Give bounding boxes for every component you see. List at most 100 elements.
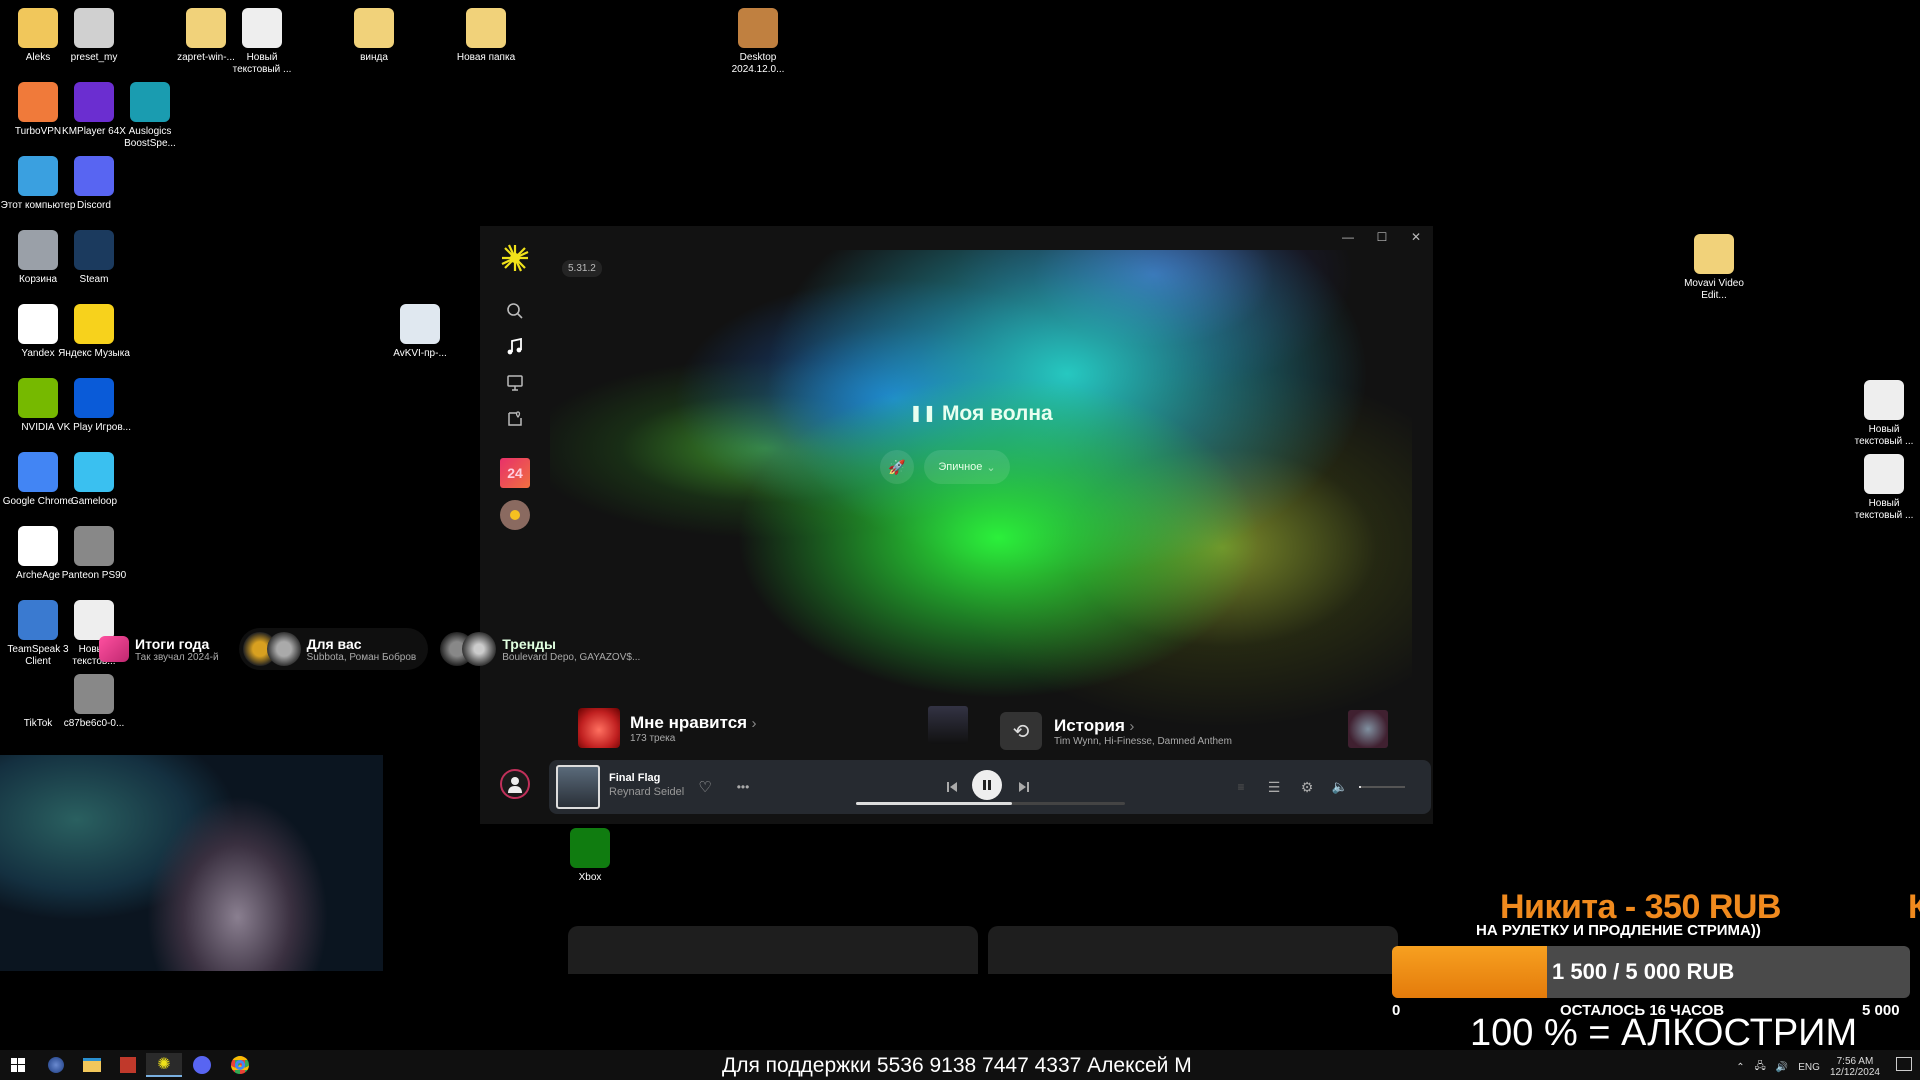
desktop-icon-label: c87be6c0-0... xyxy=(63,718,125,729)
close-button[interactable]: ✕ xyxy=(1399,226,1433,248)
yandex-music-logo-icon[interactable] xyxy=(499,242,531,274)
shortcut-trends[interactable]: Тренды Boulevard Depo, GAYAZOV$... xyxy=(436,628,652,670)
like-button[interactable]: ♡ xyxy=(695,777,715,797)
desktop-icon-label: Новый текстовый ... xyxy=(1854,424,1914,447)
yandex-browser-icon xyxy=(18,304,58,344)
card-subtitle: Tim Wynn, Hi-Finesse, Damned Anthem xyxy=(1054,735,1232,747)
window-titlebar: — ☐ ✕ xyxy=(1331,226,1433,248)
liked-tracks-content: Мне нравится › 173 трека xyxy=(578,708,757,748)
support-ticker: Для поддержки 5536 9138 7447 4337 Алексе… xyxy=(722,1054,1192,1077)
desktop-icon-label: Новый текстовый ... xyxy=(1854,498,1914,521)
network-icon[interactable]: 🖧 xyxy=(1755,1059,1766,1076)
discord-taskbar-icon[interactable] xyxy=(184,1053,220,1077)
history-track-cover xyxy=(1348,710,1388,748)
desktop-icon-label: Новый текстовый ... xyxy=(232,52,292,75)
pause-button[interactable] xyxy=(972,770,1002,800)
liked-track-cover xyxy=(928,706,968,744)
desktop-icon[interactable]: AvKVI-пр-... xyxy=(382,304,458,360)
desktop-icon[interactable]: Auslogics BoostSpe... xyxy=(112,82,188,150)
desktop-icon-label: Desktop 2024.12.0... xyxy=(731,52,785,75)
collection-icon[interactable] xyxy=(502,406,528,432)
pause-icon xyxy=(983,780,991,790)
webcam-overlay xyxy=(0,755,383,971)
minimize-button[interactable]: — xyxy=(1331,226,1365,248)
desktop-icon[interactable]: Новая папка xyxy=(448,8,524,64)
profile-avatar[interactable] xyxy=(500,769,530,799)
queue-button[interactable]: ☰ xyxy=(1264,777,1284,797)
history-icon: ⟲ xyxy=(1000,712,1042,750)
shortcut-for-you[interactable]: Для вас Subbota, Роман Бобров xyxy=(238,628,429,670)
search-icon[interactable] xyxy=(502,298,528,324)
chevron-up-icon[interactable]: ⌃ xyxy=(1736,1062,1744,1073)
shortcut-title: Итоги года xyxy=(135,635,210,652)
desktop-icon-label: Яндекс Музыка xyxy=(58,348,130,359)
mouse-icon xyxy=(74,526,114,566)
shortcut-subtitle: Boulevard Depo, GAYAZOV$... xyxy=(502,651,641,663)
mood-selector[interactable]: Эпичное ⌄ xyxy=(924,450,1010,484)
yandex-music-taskbar-icon[interactable]: ✺ xyxy=(146,1053,182,1077)
pause-icon: ❚❚ xyxy=(909,405,937,422)
desktop-icon[interactable]: c87be6c0-0... xyxy=(56,674,132,730)
volume-slider[interactable] xyxy=(1359,786,1405,788)
progress-bar[interactable] xyxy=(856,802,1125,805)
history-card[interactable] xyxy=(988,926,1398,974)
vinyl-icon[interactable] xyxy=(500,500,530,530)
language-indicator[interactable]: ENG xyxy=(1798,1062,1820,1073)
desktop-icon-label: Steam xyxy=(79,274,109,285)
track-cover[interactable] xyxy=(556,765,600,809)
previous-button[interactable] xyxy=(942,777,962,797)
desktop-icon[interactable]: VK Play Игров... xyxy=(56,378,132,434)
settings-file-icon xyxy=(74,8,114,48)
recycle-bin-icon xyxy=(18,230,58,270)
volume-icon[interactable]: 🔊 xyxy=(1776,1062,1788,1073)
desktop-icon[interactable]: Яндекс Музыка xyxy=(56,304,132,360)
desktop-icon[interactable]: винда xyxy=(336,8,412,64)
wave-settings-button[interactable]: 🚀 xyxy=(880,450,914,484)
user-folder-icon xyxy=(18,8,58,48)
desktop-icon[interactable]: Steam xyxy=(56,230,132,286)
liked-tracks-card[interactable] xyxy=(568,926,978,974)
maximize-button[interactable]: ☐ xyxy=(1365,226,1399,248)
desktop-icon[interactable]: Xbox xyxy=(552,828,628,884)
desktop-icon[interactable]: Panteon PS90 xyxy=(56,526,132,582)
my-wave-title[interactable]: ❚❚ Моя волна xyxy=(550,402,1412,426)
desktop-icon[interactable]: Discord xyxy=(56,156,132,212)
desktop-icon[interactable]: preset_my xyxy=(56,8,132,64)
desktop-icon[interactable]: Gameloop xyxy=(56,452,132,508)
app-icon[interactable] xyxy=(110,1053,146,1077)
volume-button[interactable]: 🔈 xyxy=(1330,777,1350,797)
steam-icon xyxy=(74,230,114,270)
cortana-icon[interactable] xyxy=(38,1053,74,1077)
lyrics-button[interactable]: ≡ xyxy=(1231,777,1251,797)
notifications-icon[interactable] xyxy=(1896,1057,1912,1071)
year-summary-icon[interactable]: 24 xyxy=(500,458,530,488)
more-button[interactable]: ••• xyxy=(733,777,753,797)
history-content: ⟲ История › Tim Wynn, Hi-Finesse, Damned… xyxy=(1000,712,1232,750)
track-artist[interactable]: Reynard Seidel xyxy=(609,786,684,798)
desktop-icon[interactable]: Новый текстовый ... xyxy=(1846,380,1920,448)
shortcut-year-summary[interactable]: Итоги года Так звучал 2024-й xyxy=(95,628,231,670)
music-note-icon[interactable] xyxy=(502,334,528,360)
my-wave-hero[interactable]: 5.31.2 ❚❚ Моя волна 🚀 Эпичное ⌄ xyxy=(550,250,1412,746)
next-button[interactable] xyxy=(1014,777,1034,797)
donation-message: НА РУЛЕТКУ И ПРОДЛЕНИЕ СТРИМА)) xyxy=(1476,922,1761,939)
lyrics-icon: ≡ xyxy=(1237,780,1245,794)
folder-icon xyxy=(1694,234,1734,274)
clock[interactable]: 7:56 AM 12/12/2024 xyxy=(1830,1056,1880,1078)
desktop-icon[interactable]: Новый текстовый ... xyxy=(224,8,300,76)
chrome-taskbar-icon[interactable] xyxy=(222,1053,258,1077)
desktop-icon-label: AvKVI-пр-... xyxy=(393,348,447,359)
desktop-icon-label: Xbox xyxy=(578,872,602,883)
card-subtitle: 173 трека xyxy=(630,732,676,744)
podcasts-icon[interactable] xyxy=(502,370,528,396)
nvidia-icon xyxy=(18,378,58,418)
windows-start-icon[interactable] xyxy=(0,1053,36,1077)
track-title[interactable]: Final Flag xyxy=(609,772,684,784)
desktop-icon[interactable]: Новый текстовый ... xyxy=(1846,454,1920,522)
mood-label: Эпичное xyxy=(938,461,983,473)
text-file-icon xyxy=(1864,380,1904,420)
file-explorer-icon[interactable] xyxy=(74,1053,110,1077)
desktop-icon[interactable]: Desktop 2024.12.0... xyxy=(720,8,796,76)
settings-button[interactable]: ⚙ xyxy=(1297,777,1317,797)
desktop-icon[interactable]: Movavi Video Edit... xyxy=(1676,234,1752,302)
